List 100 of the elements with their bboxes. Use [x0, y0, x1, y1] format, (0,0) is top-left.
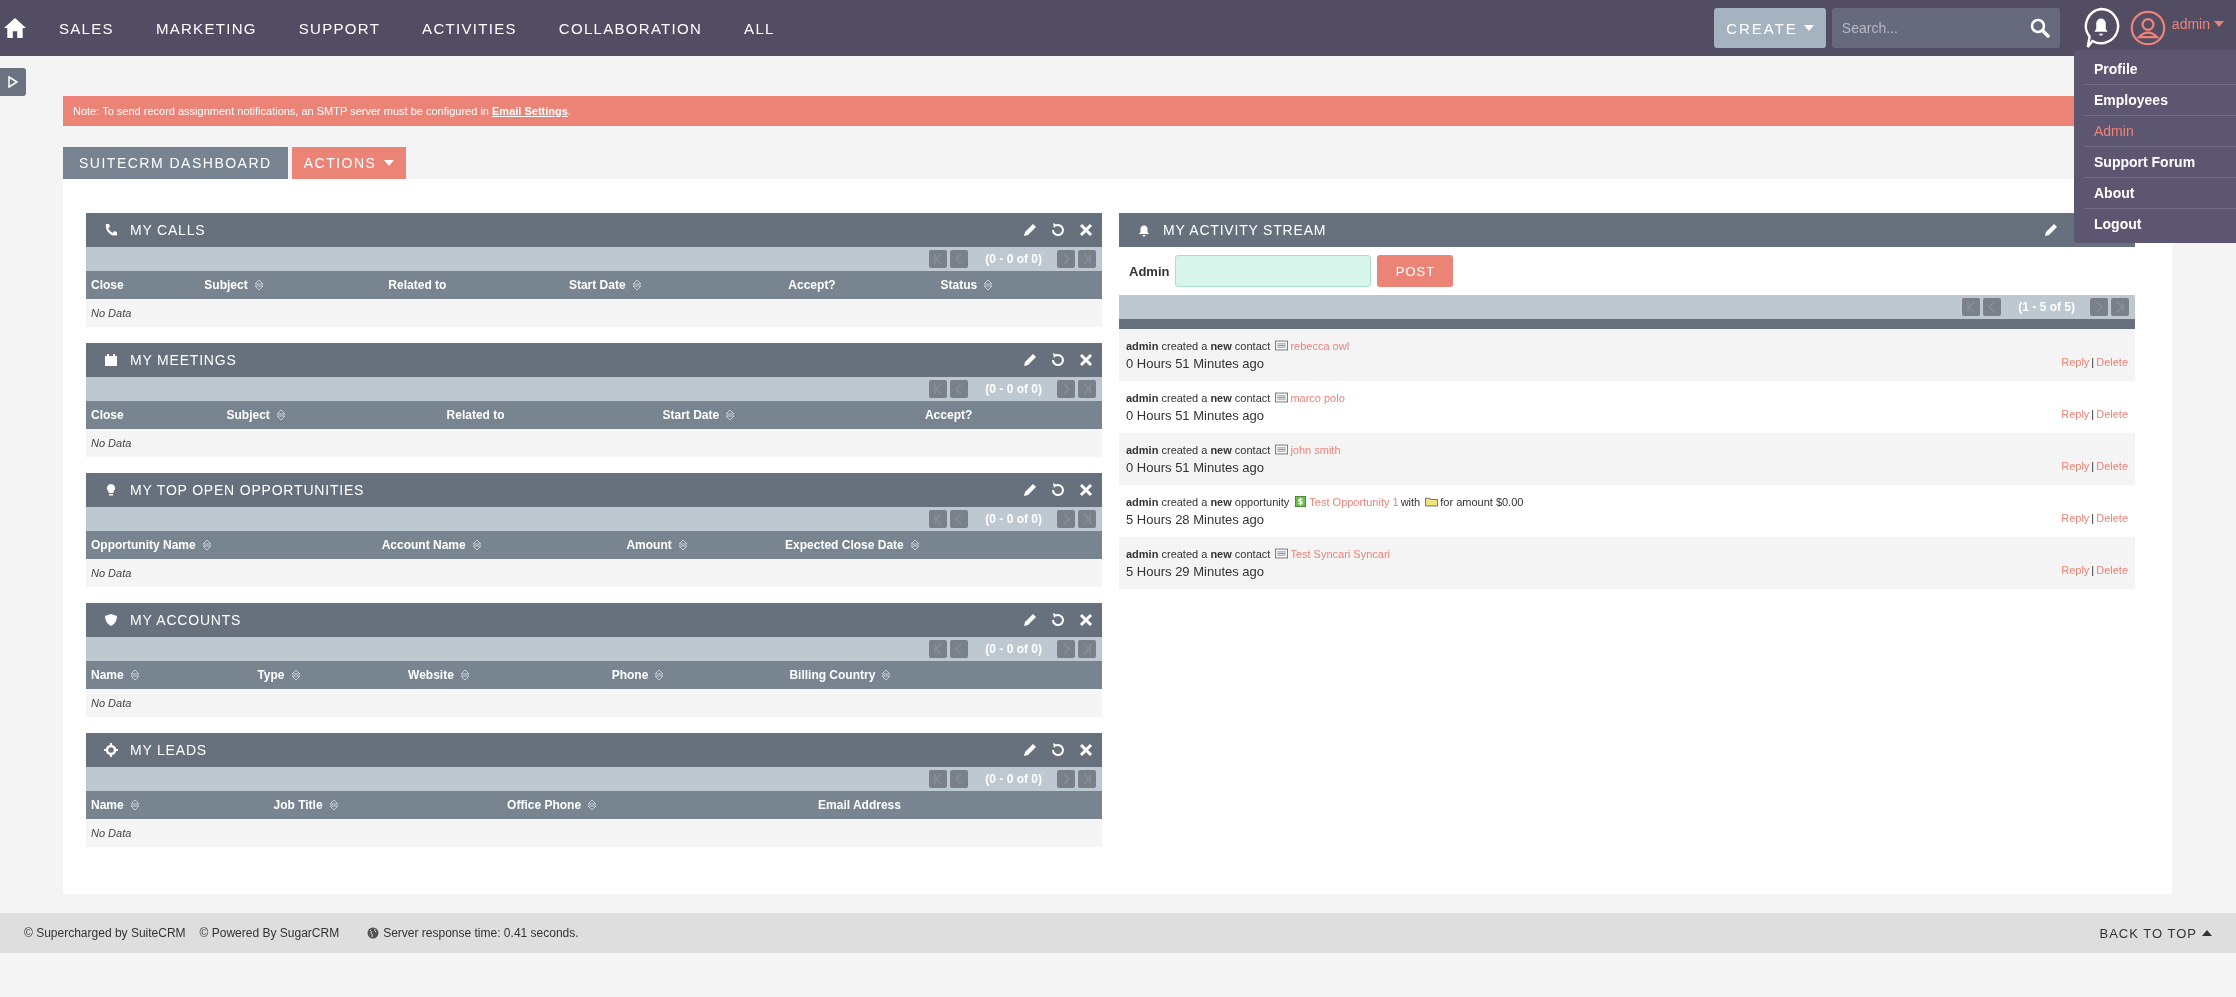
- next-page-button[interactable]: [2090, 298, 2108, 316]
- nav-menu-item[interactable]: ACTIVITIES: [401, 19, 538, 37]
- nav-menu-item[interactable]: ALL: [723, 19, 796, 37]
- column-header[interactable]: Job Title: [268, 791, 503, 819]
- sort-icon[interactable]: [587, 799, 598, 811]
- user-menu-item[interactable]: Logout: [2084, 209, 2236, 239]
- record-link[interactable]: rebecca owl: [1290, 339, 1350, 352]
- reply-link[interactable]: Reply: [2061, 356, 2090, 368]
- column-header[interactable]: Related to: [441, 401, 658, 429]
- delete-link[interactable]: Delete: [2096, 460, 2128, 472]
- last-page-button[interactable]: [1078, 250, 1096, 268]
- next-page-button[interactable]: [1057, 770, 1075, 788]
- nav-menu-item[interactable]: MARKETING: [134, 19, 278, 37]
- edit-pencil-icon[interactable]: [1022, 352, 1038, 368]
- search-field[interactable]: Search...: [1831, 8, 2060, 48]
- first-page-button[interactable]: [929, 250, 948, 268]
- sort-icon[interactable]: [881, 669, 892, 681]
- sort-icon[interactable]: [290, 669, 301, 681]
- column-header[interactable]: Name: [86, 661, 253, 689]
- post-input-field[interactable]: [1175, 255, 1372, 287]
- home-icon[interactable]: [4, 18, 26, 38]
- sort-icon[interactable]: [201, 539, 212, 551]
- sort-icon[interactable]: [459, 669, 470, 681]
- record-link[interactable]: Test Opportunity 1: [1309, 495, 1399, 508]
- nav-menu-item[interactable]: COLLABORATION: [537, 19, 724, 37]
- nav-menu-item[interactable]: SALES: [38, 19, 135, 37]
- column-header[interactable]: Related to: [383, 271, 564, 299]
- close-icon[interactable]: [1078, 482, 1094, 498]
- reply-link[interactable]: Reply: [2061, 564, 2090, 576]
- refresh-icon[interactable]: [1050, 482, 1066, 498]
- next-page-button[interactable]: [1057, 640, 1075, 658]
- column-header[interactable]: Account Name: [376, 531, 622, 559]
- column-header[interactable]: Start Date: [657, 401, 920, 429]
- column-header[interactable]: Opportunity Name: [86, 531, 377, 559]
- sort-icon[interactable]: [631, 279, 642, 291]
- sort-icon[interactable]: [253, 279, 264, 291]
- user-menu-item[interactable]: Employees: [2084, 85, 2236, 116]
- sort-icon[interactable]: [725, 409, 736, 421]
- first-page-button[interactable]: [929, 510, 948, 528]
- post-button[interactable]: POST: [1377, 255, 1454, 287]
- previous-page-button[interactable]: [1983, 298, 2002, 316]
- column-header[interactable]: Accept?: [919, 401, 1102, 429]
- sort-icon[interactable]: [909, 539, 920, 551]
- edit-pencil-icon[interactable]: [1022, 612, 1038, 628]
- close-icon[interactable]: [1078, 612, 1094, 628]
- last-page-button[interactable]: [1078, 380, 1096, 398]
- dashboard-tab[interactable]: SUITECRM DASHBOARD: [63, 147, 288, 179]
- user-menu-item[interactable]: About: [2084, 178, 2236, 209]
- refresh-icon[interactable]: [1050, 612, 1066, 628]
- email-settings-link[interactable]: Email Settings: [492, 105, 568, 117]
- record-link[interactable]: marco polo: [1290, 391, 1345, 404]
- previous-page-button[interactable]: [950, 250, 969, 268]
- last-page-button[interactable]: [2111, 298, 2129, 316]
- reply-link[interactable]: Reply: [2061, 408, 2090, 420]
- column-header[interactable]: Start Date: [563, 271, 784, 299]
- sort-icon[interactable]: [328, 799, 339, 811]
- edit-pencil-icon[interactable]: [1022, 742, 1038, 758]
- last-page-button[interactable]: [1078, 510, 1096, 528]
- close-icon[interactable]: [1078, 222, 1094, 238]
- previous-page-button[interactable]: [950, 770, 969, 788]
- column-header[interactable]: Phone: [606, 661, 785, 689]
- refresh-icon[interactable]: [1050, 222, 1066, 238]
- column-header[interactable]: Amount: [621, 531, 781, 559]
- next-page-button[interactable]: [1057, 250, 1075, 268]
- user-menu-item[interactable]: Profile: [2084, 54, 2236, 85]
- edit-pencil-icon[interactable]: [1022, 482, 1038, 498]
- previous-page-button[interactable]: [950, 510, 969, 528]
- reply-link[interactable]: Reply: [2061, 460, 2090, 472]
- refresh-icon[interactable]: [1050, 742, 1066, 758]
- record-link[interactable]: john smith: [1290, 443, 1341, 456]
- refresh-icon[interactable]: [1050, 352, 1066, 368]
- edit-pencil-icon[interactable]: [2043, 222, 2059, 238]
- last-page-button[interactable]: [1078, 640, 1096, 658]
- sort-icon[interactable]: [471, 539, 482, 551]
- column-header[interactable]: Close: [86, 401, 222, 429]
- first-page-button[interactable]: [929, 380, 948, 398]
- back-to-top-link[interactable]: BACK TO TOP: [2099, 925, 2212, 941]
- column-header[interactable]: Status: [935, 271, 1102, 299]
- first-page-button[interactable]: [929, 640, 948, 658]
- user-menu-item[interactable]: Admin: [2084, 116, 2236, 147]
- previous-page-button[interactable]: [950, 640, 969, 658]
- column-header[interactable]: Billing Country: [784, 661, 1102, 689]
- column-header[interactable]: Close: [86, 271, 200, 299]
- column-header[interactable]: Website: [403, 661, 607, 689]
- column-header[interactable]: Subject: [221, 401, 442, 429]
- sidebar-toggle-button[interactable]: [0, 68, 26, 96]
- user-menu-item[interactable]: Support Forum: [2084, 147, 2236, 178]
- column-header[interactable]: Type: [252, 661, 404, 689]
- close-icon[interactable]: [1078, 352, 1094, 368]
- sort-icon[interactable]: [983, 279, 994, 291]
- first-page-button[interactable]: [1962, 298, 1981, 316]
- delete-link[interactable]: Delete: [2096, 408, 2128, 420]
- sort-icon[interactable]: [654, 669, 665, 681]
- close-icon[interactable]: [1078, 742, 1094, 758]
- next-page-button[interactable]: [1057, 510, 1075, 528]
- record-link[interactable]: Test Syncari Syncari: [1290, 547, 1391, 560]
- column-header[interactable]: Office Phone: [502, 791, 814, 819]
- column-header[interactable]: Name: [86, 791, 269, 819]
- delete-link[interactable]: Delete: [2096, 356, 2128, 368]
- user-menu-link[interactable]: admin: [2171, 16, 2224, 32]
